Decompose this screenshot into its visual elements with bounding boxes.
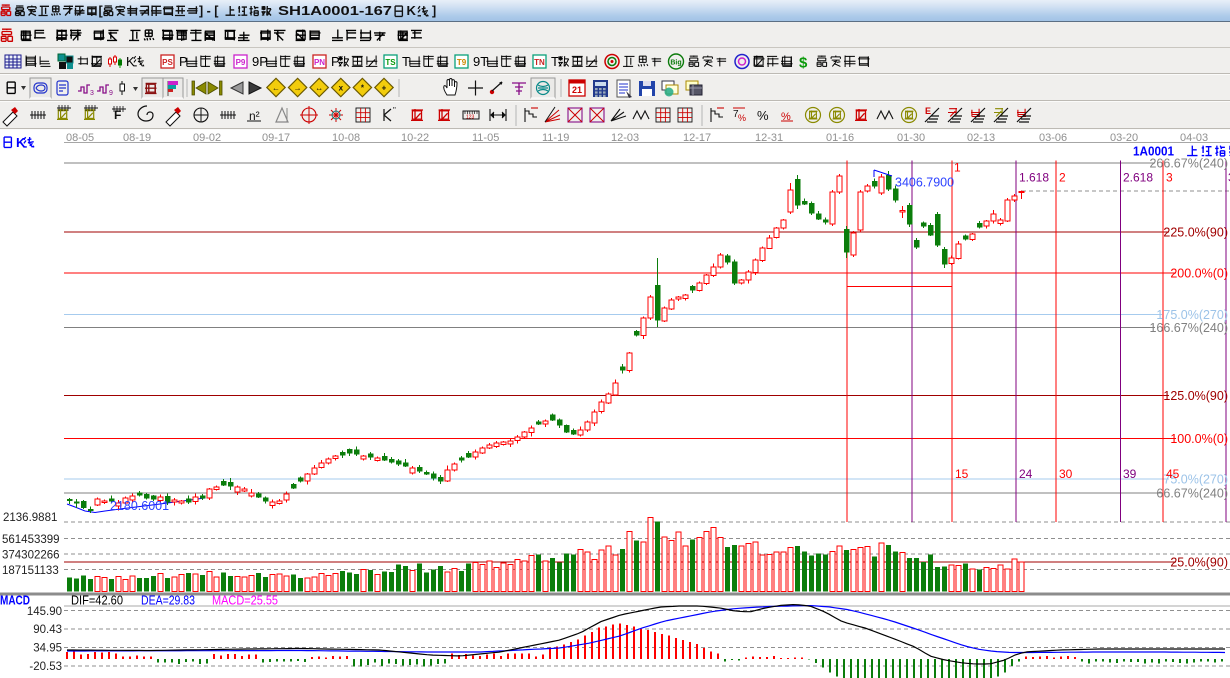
svg-text:%: % xyxy=(738,113,746,123)
svg-text:1.618: 1.618 xyxy=(1019,171,1049,185)
svg-text:30: 30 xyxy=(1059,467,1073,481)
svg-text:2180.6001: 2180.6001 xyxy=(110,499,169,513)
svg-text:3406.7900: 3406.7900 xyxy=(895,176,954,190)
svg-text:$: $ xyxy=(799,55,808,72)
svg-text:24: 24 xyxy=(1019,467,1033,481)
svg-text:3: 3 xyxy=(1166,171,1173,185)
svg-text:2.618: 2.618 xyxy=(1123,171,1153,185)
svg-text:11-19: 11-19 xyxy=(542,132,569,144)
svg-text:11-05: 11-05 xyxy=(472,132,499,144)
svg-text:9T: 9T xyxy=(473,54,488,69)
svg-text:66.67%(240): 66.67%(240) xyxy=(1156,487,1228,501)
svg-text:12-31: 12-31 xyxy=(755,132,783,144)
svg-text:]: ] xyxy=(432,4,436,18)
svg-text:9: 9 xyxy=(109,90,113,97)
svg-text:DIF=42.60: DIF=42.60 xyxy=(71,594,123,608)
svg-text:10-22: 10-22 xyxy=(401,132,429,144)
svg-text:1: 1 xyxy=(954,161,961,175)
svg-text:25.0%(90): 25.0%(90) xyxy=(1170,556,1228,570)
svg-text:E: E xyxy=(925,106,931,116)
svg-text:39: 39 xyxy=(1123,467,1137,481)
svg-text:DEA=29.83: DEA=29.83 xyxy=(141,594,195,608)
svg-text:266.67%(240): 266.67%(240) xyxy=(1149,157,1228,171)
svg-text:561453399: 561453399 xyxy=(2,534,60,546)
svg-text:01-16: 01-16 xyxy=(826,132,854,144)
svg-text:04-03: 04-03 xyxy=(1180,132,1208,144)
svg-text:Big: Big xyxy=(670,60,681,67)
svg-text:MACD=25.55: MACD=25.55 xyxy=(212,594,278,608)
svg-text:12-03: 12-03 xyxy=(611,132,639,144)
svg-text:TS: TS xyxy=(385,58,396,67)
svg-text:%: % xyxy=(757,108,769,123)
svg-text:x: x xyxy=(339,84,344,93)
svg-text:34.95: 34.95 xyxy=(33,643,62,655)
svg-text:03-06: 03-06 xyxy=(1039,132,1067,144)
svg-text:145.90: 145.90 xyxy=(27,606,62,618)
svg-text:45: 45 xyxy=(1166,467,1180,481)
svg-text:08-05: 08-05 xyxy=(66,132,94,144)
svg-text:↔: ↔ xyxy=(315,84,323,93)
svg-text:123: 123 xyxy=(466,115,475,121)
svg-text:] - [: ] - [ xyxy=(199,4,219,18)
svg-text:P9: P9 xyxy=(236,58,246,67)
svg-text:125.0%(90): 125.0%(90) xyxy=(1163,389,1228,403)
svg-text:T9: T9 xyxy=(457,58,467,67)
svg-text:01-30: 01-30 xyxy=(897,132,925,144)
svg-text:187151133: 187151133 xyxy=(2,565,59,577)
svg-text:SH1A0001-167: SH1A0001-167 xyxy=(278,3,392,18)
svg-text:K: K xyxy=(126,54,135,69)
svg-text:12-17: 12-17 xyxy=(683,132,711,144)
svg-text:09-17: 09-17 xyxy=(262,132,290,144)
svg-text:2: 2 xyxy=(1059,171,1066,185)
svg-text:100.0%(0): 100.0%(0) xyxy=(1170,432,1228,446)
svg-text:08-19: 08-19 xyxy=(123,132,151,144)
svg-text:21: 21 xyxy=(572,85,582,95)
svg-text:P: P xyxy=(331,54,340,69)
svg-text:": " xyxy=(393,106,396,115)
svg-text:374302266: 374302266 xyxy=(2,550,60,562)
svg-text:T: T xyxy=(551,54,559,69)
svg-text:09-02: 09-02 xyxy=(193,132,221,144)
svg-text:MACD: MACD xyxy=(0,594,30,608)
svg-text:PN: PN xyxy=(314,58,325,67)
svg-text:175.0%(270): 175.0%(270) xyxy=(1156,308,1228,322)
svg-text:+: + xyxy=(382,84,387,93)
svg-text:15: 15 xyxy=(955,467,969,481)
svg-text:90.43: 90.43 xyxy=(33,624,62,636)
svg-text:1A0001: 1A0001 xyxy=(1133,143,1174,158)
svg-text:3: 3 xyxy=(90,90,94,97)
svg-text:10-08: 10-08 xyxy=(332,132,360,144)
svg-text:K: K xyxy=(407,3,417,18)
svg-text:2136.9881: 2136.9881 xyxy=(3,512,57,524)
svg-text:TN: TN xyxy=(534,58,545,67)
svg-text:166.67%(240): 166.67%(240) xyxy=(1149,321,1228,335)
svg-text:200.0%(0): 200.0%(0) xyxy=(1170,267,1228,281)
svg-text:PS: PS xyxy=(162,58,173,67)
svg-text:→: → xyxy=(294,84,302,93)
svg-text:-20.53: -20.53 xyxy=(29,661,62,673)
svg-text:03-20: 03-20 xyxy=(1110,132,1138,144)
svg-text:225.0%(90): 225.0%(90) xyxy=(1163,226,1228,240)
svg-text:02-13: 02-13 xyxy=(967,132,995,144)
svg-text:←: ← xyxy=(272,84,280,93)
